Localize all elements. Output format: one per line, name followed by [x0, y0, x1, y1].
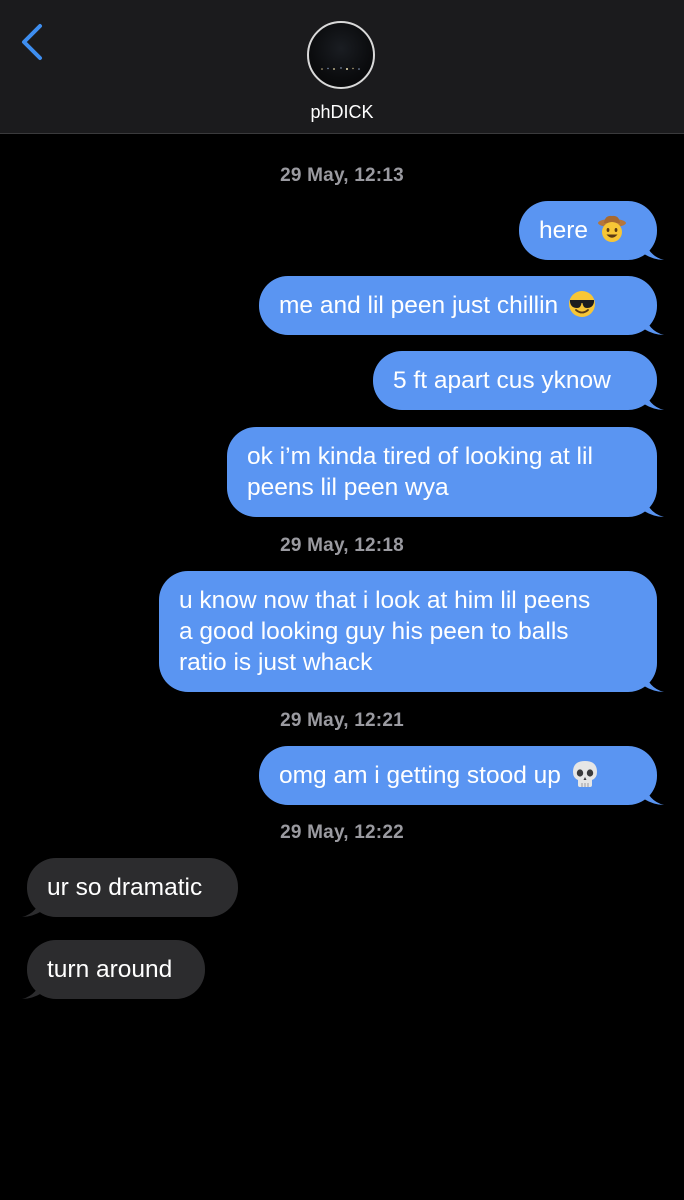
- bubble-tail: [644, 388, 664, 410]
- message-text: ok i’m kinda tired of looking at lil pee…: [247, 443, 593, 501]
- contact-name[interactable]: phDICK: [0, 102, 684, 123]
- message-text: u know now that i look at him lil peens …: [179, 587, 591, 676]
- timestamp: 29 May, 12:13: [280, 165, 404, 186]
- conversation-header: phDICK: [0, 0, 684, 134]
- message-text: 5 ft apart cus yknow: [393, 367, 611, 394]
- cowboy-face-icon: [598, 215, 627, 242]
- bubble-tail: [644, 238, 664, 260]
- bubble-tail: [22, 977, 42, 999]
- chevron-left-icon[interactable]: [18, 22, 52, 62]
- received-message[interactable]: turn around: [27, 940, 205, 999]
- bubble-tail: [644, 783, 664, 805]
- skull-icon: [572, 760, 597, 787]
- contact-avatar[interactable]: [307, 21, 375, 89]
- sent-message[interactable]: omg am i getting stood up: [259, 746, 657, 805]
- received-message[interactable]: ur so dramatic: [27, 858, 238, 917]
- timestamp: 29 May, 12:21: [280, 710, 404, 731]
- timestamp: 29 May, 12:18: [280, 535, 404, 556]
- sent-message[interactable]: me and lil peen just chillin: [259, 276, 657, 335]
- bubble-tail: [22, 895, 42, 917]
- message-text: omg am i getting stood up: [279, 762, 561, 789]
- avatar-photo: [321, 67, 360, 70]
- message-text: turn around: [47, 956, 173, 983]
- sent-message[interactable]: ok i’m kinda tired of looking at lil pee…: [227, 427, 657, 517]
- bubble-tail: [644, 495, 664, 517]
- sent-message[interactable]: u know now that i look at him lil peens …: [159, 571, 657, 692]
- timestamp: 29 May, 12:22: [280, 822, 404, 843]
- bubble-tail: [644, 313, 664, 335]
- message-text: here: [539, 217, 589, 244]
- sunglasses-face-icon: [569, 290, 596, 317]
- bubble-tail: [644, 670, 664, 692]
- message-text: ur so dramatic: [47, 874, 203, 901]
- message-text: me and lil peen just chillin: [279, 292, 559, 319]
- sent-message[interactable]: 5 ft apart cus yknow: [373, 351, 657, 410]
- sent-message[interactable]: here: [519, 201, 657, 260]
